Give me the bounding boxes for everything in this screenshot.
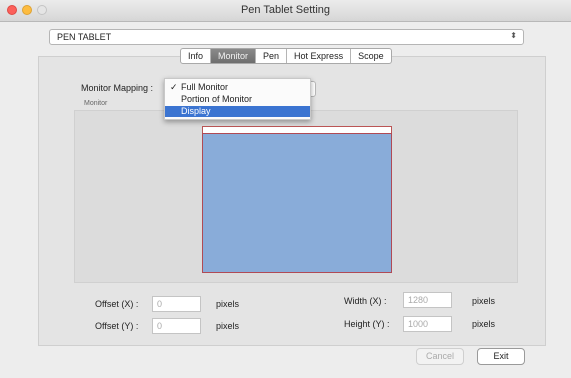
offset-y-label: Offset (Y) :	[95, 321, 139, 331]
checkmark-icon: ✓	[170, 82, 178, 92]
device-select-value: PEN TABLET	[57, 32, 112, 42]
tab-monitor[interactable]: Monitor	[211, 49, 257, 63]
menu-item-display[interactable]: Display	[165, 106, 310, 117]
tab-scope[interactable]: Scope	[351, 49, 391, 63]
monitor-screen-preview[interactable]	[202, 133, 392, 273]
menu-item-full-monitor[interactable]: ✓ Full Monitor	[165, 82, 310, 93]
offset-x-unit: pixels	[216, 299, 240, 309]
offset-y-field[interactable]: 0	[152, 318, 201, 334]
menu-item-label: Portion of Monitor	[181, 94, 253, 104]
exit-button[interactable]: Exit	[477, 348, 525, 365]
menu-item-label: Display	[181, 106, 211, 116]
height-field[interactable]: 1000	[403, 316, 452, 332]
menu-item-label: Full Monitor	[181, 82, 229, 92]
window-title: Pen Tablet Setting	[240, 4, 331, 16]
height-unit: pixels	[472, 319, 496, 329]
monitor-mapping-menu: ✓ Full Monitor Portion of Monitor Displa…	[164, 78, 311, 120]
monitor-mapping-label: Monitor Mapping :	[81, 83, 154, 93]
width-label: Width (X) :	[344, 296, 387, 306]
offset-x-field[interactable]: 0	[152, 296, 201, 312]
menu-item-portion-of-monitor[interactable]: Portion of Monitor	[165, 94, 310, 105]
tab-pen[interactable]: Pen	[256, 49, 288, 63]
title-bar: Pen Tablet Setting	[0, 0, 571, 22]
width-unit: pixels	[472, 296, 496, 306]
monitor-group-label: Monitor	[84, 100, 108, 107]
tab-info[interactable]: Info	[181, 49, 212, 63]
device-select[interactable]: PEN TABLET ⬍	[49, 29, 524, 45]
tab-bar: Info Monitor Pen Hot Express Scope	[180, 48, 392, 64]
offset-x-label: Offset (X) :	[95, 299, 139, 309]
updown-arrows-icon: ⬍	[510, 31, 517, 40]
offset-y-unit: pixels	[216, 321, 240, 331]
tab-hot-express[interactable]: Hot Express	[287, 49, 352, 63]
width-field[interactable]: 1280	[403, 292, 452, 308]
height-label: Height (Y) :	[344, 319, 390, 329]
cancel-button[interactable]: Cancel	[416, 348, 464, 365]
